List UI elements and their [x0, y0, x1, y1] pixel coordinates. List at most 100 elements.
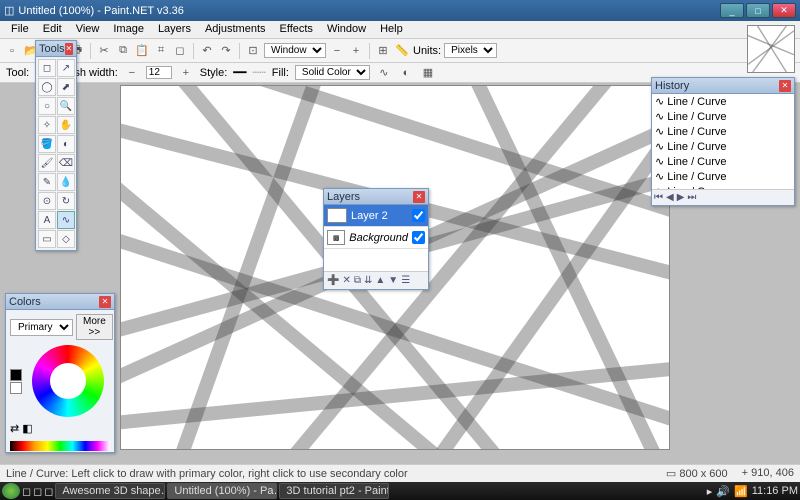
menu-edit[interactable]: Edit — [36, 21, 69, 38]
history-close-icon[interactable]: ✕ — [779, 80, 791, 92]
tray-icon[interactable]: 🔊 — [716, 485, 730, 498]
delete-layer-icon[interactable]: ✕ — [342, 275, 350, 286]
undo-icon[interactable]: ↶ — [199, 43, 215, 59]
crop-icon[interactable]: ⌗ — [153, 43, 169, 59]
quicklaunch-icon[interactable]: ◻ — [44, 485, 53, 498]
history-item[interactable]: ∿Line / Curve — [652, 139, 794, 154]
line-style-solid[interactable]: ━━ — [233, 66, 246, 79]
menu-image[interactable]: Image — [106, 21, 151, 38]
palette-strip[interactable] — [10, 441, 110, 451]
colors-more-button[interactable]: More >> — [76, 314, 113, 340]
quicklaunch-icon[interactable]: ◻ — [33, 485, 42, 498]
menu-window[interactable]: Window — [320, 21, 373, 38]
history-rewind-icon[interactable]: ⏮ — [654, 192, 663, 203]
recolor-tool[interactable]: ↻ — [57, 192, 75, 210]
tray-icon[interactable]: 📶 — [734, 485, 748, 498]
menu-adjustments[interactable]: Adjustments — [198, 21, 273, 38]
curve-type-icon[interactable]: ∿ — [376, 65, 392, 81]
layers-close-icon[interactable]: ✕ — [413, 191, 425, 203]
quicklaunch-icon[interactable]: ◻ — [22, 485, 31, 498]
brush-plus-icon[interactable]: + — [178, 65, 194, 81]
gradient-tool[interactable]: ◐ — [57, 135, 75, 153]
zoom-select[interactable]: Window — [264, 43, 326, 58]
start-button[interactable] — [2, 483, 20, 499]
merge-layer-icon[interactable]: ⇊ — [364, 275, 372, 286]
menu-layers[interactable]: Layers — [151, 21, 198, 38]
swap-colors-icon[interactable]: ⇄ — [10, 422, 19, 435]
cut-icon[interactable]: ✂ — [96, 43, 112, 59]
layer-visible-checkbox[interactable] — [412, 231, 425, 244]
line-style-dash[interactable]: ┄┄ — [253, 66, 266, 79]
clone-tool[interactable]: ⊙ — [38, 192, 56, 210]
history-list[interactable]: ∿Line / Curve ∿Line / Curve ∿Line / Curv… — [652, 94, 794, 189]
layer-row[interactable]: ▨ Layer 2 — [324, 205, 428, 227]
default-colors-icon[interactable]: ◧ — [22, 422, 32, 435]
layer-visible-checkbox[interactable] — [412, 209, 425, 222]
brush-tool[interactable]: 🖌 — [38, 154, 56, 172]
color-primary-select[interactable]: Primary — [10, 319, 73, 336]
colors-close-icon[interactable]: ✕ — [99, 296, 111, 308]
menu-file[interactable]: File — [4, 21, 36, 38]
maximize-button[interactable]: □ — [746, 3, 770, 18]
picker-tool[interactable]: 💧 — [57, 173, 75, 191]
menu-help[interactable]: Help — [373, 21, 410, 38]
grid-icon[interactable]: ⊞ — [375, 43, 391, 59]
fill-select[interactable]: Solid Color — [295, 65, 370, 80]
fill-tool[interactable]: 🪣 — [38, 135, 56, 153]
ellipse-select-tool[interactable]: ○ — [38, 97, 56, 115]
add-layer-icon[interactable]: ➕ — [327, 275, 339, 286]
history-item[interactable]: ∿Line / Curve — [652, 109, 794, 124]
history-item[interactable]: ∿Line / Curve — [652, 124, 794, 139]
magic-wand-tool[interactable]: ✧ — [38, 116, 56, 134]
history-item[interactable]: ∿Line / Curve — [652, 94, 794, 109]
close-button[interactable]: ✕ — [772, 3, 796, 18]
minimize-button[interactable]: _ — [720, 3, 744, 18]
navigator-thumbnail[interactable] — [747, 25, 795, 73]
history-undo-icon[interactable]: ◀ — [666, 192, 674, 203]
eraser-tool[interactable]: ⌫ — [57, 154, 75, 172]
shapes-tool[interactable]: ◇ — [57, 230, 75, 248]
taskbar-item[interactable]: 3D tutorial pt2 - Paint — [279, 483, 389, 499]
units-select[interactable]: Pixels — [444, 43, 497, 58]
menu-effects[interactable]: Effects — [273, 21, 320, 38]
foreground-swatch[interactable] — [10, 369, 22, 381]
move-up-icon[interactable]: ▲ — [375, 275, 385, 286]
taskbar-item[interactable]: Awesome 3D shape… — [55, 483, 165, 499]
brush-width-input[interactable] — [146, 66, 172, 79]
pan-tool[interactable]: ✋ — [57, 116, 75, 134]
layer-row[interactable]: ▩ Background — [324, 227, 428, 249]
deselect-icon[interactable]: ◻ — [172, 43, 188, 59]
tray-icon[interactable]: ▸ — [707, 485, 713, 498]
move-tool[interactable]: ↗ — [57, 59, 75, 77]
lasso-tool[interactable]: ◯ — [38, 78, 56, 96]
properties-icon[interactable]: ☰ — [401, 275, 410, 286]
move-selection-tool[interactable]: ⬈ — [57, 78, 75, 96]
background-swatch[interactable] — [10, 382, 22, 394]
zoom-fit-icon[interactable]: ⊡ — [245, 43, 261, 59]
history-ffwd-icon[interactable]: ⏭ — [687, 192, 696, 203]
copy-icon[interactable]: ⧉ — [115, 43, 131, 59]
paste-icon[interactable]: 📋 — [134, 43, 150, 59]
text-tool[interactable]: A — [38, 211, 56, 229]
tools-close-icon[interactable]: ✕ — [65, 43, 73, 55]
color-wheel[interactable] — [32, 345, 104, 417]
redo-icon[interactable]: ↷ — [218, 43, 234, 59]
zoom-out-icon[interactable]: − — [329, 43, 345, 59]
pencil-tool[interactable]: ✎ — [38, 173, 56, 191]
new-icon[interactable]: ▫ — [4, 43, 20, 59]
rect-tool[interactable]: ▭ — [38, 230, 56, 248]
rect-select-tool[interactable]: ◻ — [38, 59, 56, 77]
taskbar-item[interactable]: Untitled (100%) - Pa… — [167, 483, 277, 499]
history-redo-icon[interactable]: ▶ — [677, 192, 685, 203]
move-down-icon[interactable]: ▼ — [388, 275, 398, 286]
antialias-icon[interactable]: ◐ — [398, 65, 414, 81]
zoom-in-icon[interactable]: + — [348, 43, 364, 59]
history-item[interactable]: ∿Line / Curve — [652, 169, 794, 184]
ruler-icon[interactable]: 📏 — [394, 43, 410, 59]
brush-minus-icon[interactable]: − — [124, 65, 140, 81]
menu-view[interactable]: View — [69, 21, 107, 38]
zoom-tool[interactable]: 🔍 — [57, 97, 75, 115]
duplicate-layer-icon[interactable]: ⧉ — [354, 275, 361, 286]
blend-icon[interactable]: ▦ — [420, 65, 436, 81]
history-item[interactable]: ∿Line / Curve — [652, 154, 794, 169]
